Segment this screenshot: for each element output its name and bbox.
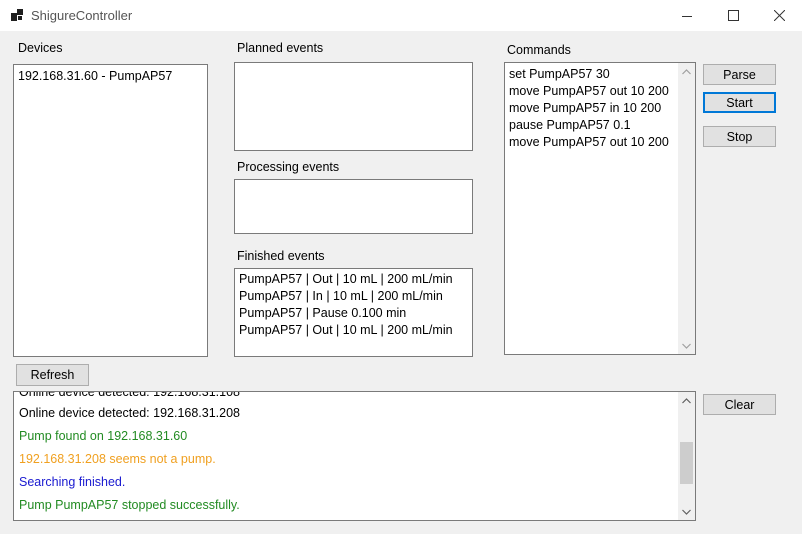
scroll-up-arrow-icon[interactable]	[678, 63, 695, 80]
maximize-button[interactable]	[710, 0, 756, 31]
log-scroll-thumb[interactable]	[680, 442, 693, 484]
minimize-icon	[682, 15, 692, 17]
minimize-button[interactable]	[664, 0, 710, 31]
commands-scrollbar[interactable]	[678, 63, 695, 354]
commands-textbox[interactable]: set PumpAP57 30 move PumpAP57 out 10 200…	[504, 62, 696, 355]
finished-event-item[interactable]: PumpAP57 | Pause 0.100 min	[239, 305, 468, 322]
log-entry: Pump found on 192.168.31.60	[19, 429, 188, 443]
log-entry: Pump PumpAP57 stopped successfully.	[19, 498, 240, 512]
device-item[interactable]: 192.168.31.60 - PumpAP57	[18, 68, 203, 85]
title-bar: ShigureController	[0, 0, 802, 31]
parse-button[interactable]: Parse	[703, 64, 776, 85]
log-entry: Online device detected: 192.168.31.208	[19, 406, 241, 420]
command-line: move PumpAP57 in 10 200	[509, 101, 662, 115]
scroll-down-arrow-icon[interactable]	[678, 503, 695, 520]
clear-button[interactable]: Clear	[703, 394, 776, 415]
processing-events-label: Processing events	[237, 160, 340, 174]
finished-event-item[interactable]: PumpAP57 | In | 10 mL | 200 mL/min	[239, 288, 468, 305]
window-title: ShigureController	[31, 8, 133, 23]
log-partial-line: Online device detected: 192.168.31.108	[19, 391, 241, 399]
maximize-icon	[727, 10, 739, 21]
scroll-up-arrow-icon[interactable]	[678, 392, 695, 409]
log-entry: Searching finished.	[19, 475, 126, 489]
start-button[interactable]: Start	[703, 92, 776, 113]
finished-events-list[interactable]: PumpAP57 | Out | 10 mL | 200 mL/min Pump…	[234, 268, 473, 357]
stop-button[interactable]: Stop	[703, 126, 776, 147]
planned-events-label: Planned events	[237, 41, 324, 55]
command-line: move PumpAP57 out 10 200	[509, 135, 669, 149]
devices-list[interactable]: 192.168.31.60 - PumpAP57	[13, 64, 208, 357]
command-line: set PumpAP57 30	[509, 67, 610, 81]
processing-events-list[interactable]	[234, 179, 473, 234]
finished-event-item[interactable]: PumpAP57 | Out | 10 mL | 200 mL/min	[239, 271, 468, 288]
log-entry: 192.168.31.208 seems not a pump.	[19, 452, 216, 466]
log-scrollbar[interactable]	[678, 392, 695, 520]
command-line: move PumpAP57 out 10 200	[509, 84, 669, 98]
app-icon	[11, 9, 23, 21]
finished-event-item[interactable]: PumpAP57 | Out | 10 mL | 200 mL/min	[239, 322, 468, 339]
devices-label: Devices	[18, 41, 63, 55]
close-icon	[773, 10, 785, 21]
commands-label: Commands	[507, 43, 571, 57]
finished-events-label: Finished events	[237, 249, 325, 263]
refresh-button[interactable]: Refresh	[16, 364, 89, 386]
log-output[interactable]: Online device detected: 192.168.31.108 O…	[13, 391, 696, 521]
close-button[interactable]	[756, 0, 802, 31]
scroll-down-arrow-icon[interactable]	[678, 337, 695, 354]
planned-events-list[interactable]	[234, 62, 473, 151]
command-line: pause PumpAP57 0.1	[509, 118, 631, 132]
